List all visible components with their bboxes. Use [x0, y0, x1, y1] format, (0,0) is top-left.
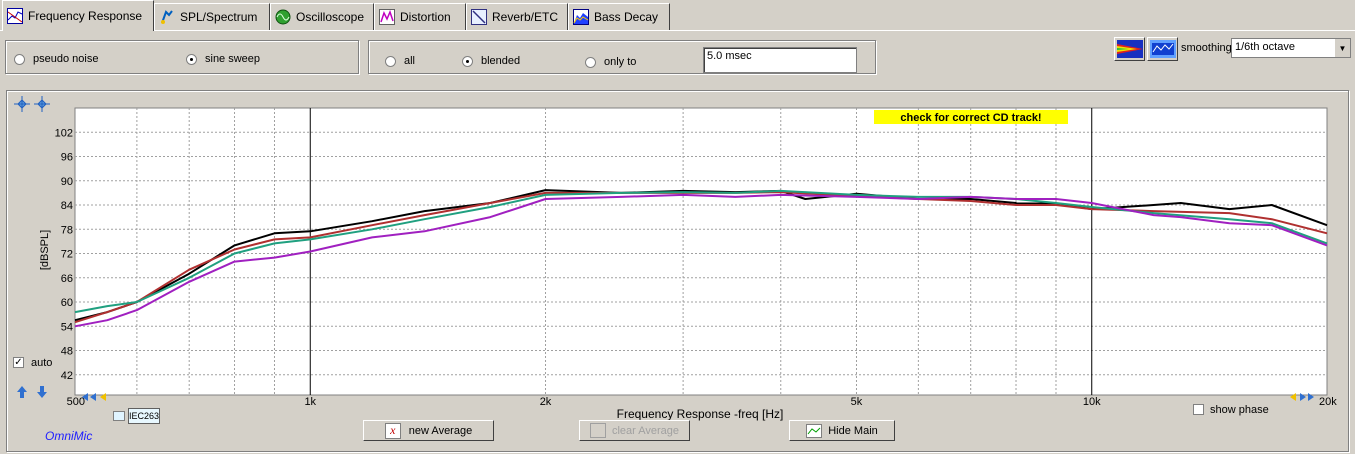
y-tick-label: 54	[61, 321, 73, 333]
frequency-response-chart[interactable]: 42485460667278849096102 500 1k 2k 5k 10k 20k …	[0, 0, 1355, 454]
y-tick-label: 102	[55, 127, 73, 139]
show-phase-checkbox[interactable]	[1193, 404, 1204, 415]
y-tick-labels: 42 48 54 60 66 72 78 84 90 96 102	[55, 127, 73, 382]
x-tick-label: 500	[67, 396, 85, 408]
y-tick-label: 60	[61, 297, 73, 309]
x-tick-label: 1k	[304, 396, 316, 408]
new-average-label: new Average	[408, 424, 473, 437]
hide-main-label: Hide Main	[828, 424, 878, 437]
clear-icon	[589, 423, 606, 438]
y-tick-label: 96	[61, 152, 73, 164]
y-tick-label: 90	[61, 176, 73, 188]
y-tick-label: 72	[61, 249, 73, 261]
y-zoom-out-icon[interactable]	[34, 96, 50, 112]
hide-main-button[interactable]: Hide Main	[789, 420, 895, 441]
tab-label: Frequency Response	[28, 9, 143, 23]
y-tick-label: 48	[61, 346, 73, 358]
auto-label: auto	[31, 357, 53, 369]
tab-frequency-response[interactable]: Frequency Response	[2, 0, 154, 31]
x-axis-label: Frequency Response -freq [Hz]	[617, 407, 784, 421]
y-tick-label: 84	[61, 200, 73, 212]
mic-legend-swatch	[113, 411, 125, 421]
y-zoom-in-icon[interactable]	[14, 96, 30, 112]
clear-average-button[interactable]: clear Average	[579, 420, 690, 441]
hide-main-icon	[806, 423, 823, 438]
x-tick-label: 10k	[1083, 396, 1101, 408]
new-average-button[interactable]: x new Average	[363, 420, 494, 441]
y-axis-label: [dBSPL]	[39, 230, 51, 270]
warning-text: check for correct CD track!	[900, 112, 1041, 124]
x-tick-label: 2k	[540, 396, 552, 408]
y-scroll-down-icon[interactable]	[37, 386, 47, 398]
y-scroll-up-icon[interactable]	[17, 386, 27, 398]
x-tick-label: 20k	[1319, 396, 1337, 408]
frequency-response-icon	[7, 8, 23, 24]
plot-area	[74, 107, 1328, 396]
y-tick-label: 78	[61, 224, 73, 236]
mic-chip[interactable]: IEC263	[128, 408, 160, 424]
auto-checkbox[interactable]: ✓	[13, 357, 24, 368]
show-phase-label: show phase	[1210, 404, 1269, 416]
formula-icon: x	[384, 422, 401, 439]
y-tick-label: 66	[61, 273, 73, 285]
y-tick-label: 42	[61, 370, 73, 382]
x-tick-label: 5k	[851, 396, 863, 408]
brand-label: OmniMic	[45, 429, 92, 443]
clear-average-label: clear Average	[611, 424, 680, 437]
